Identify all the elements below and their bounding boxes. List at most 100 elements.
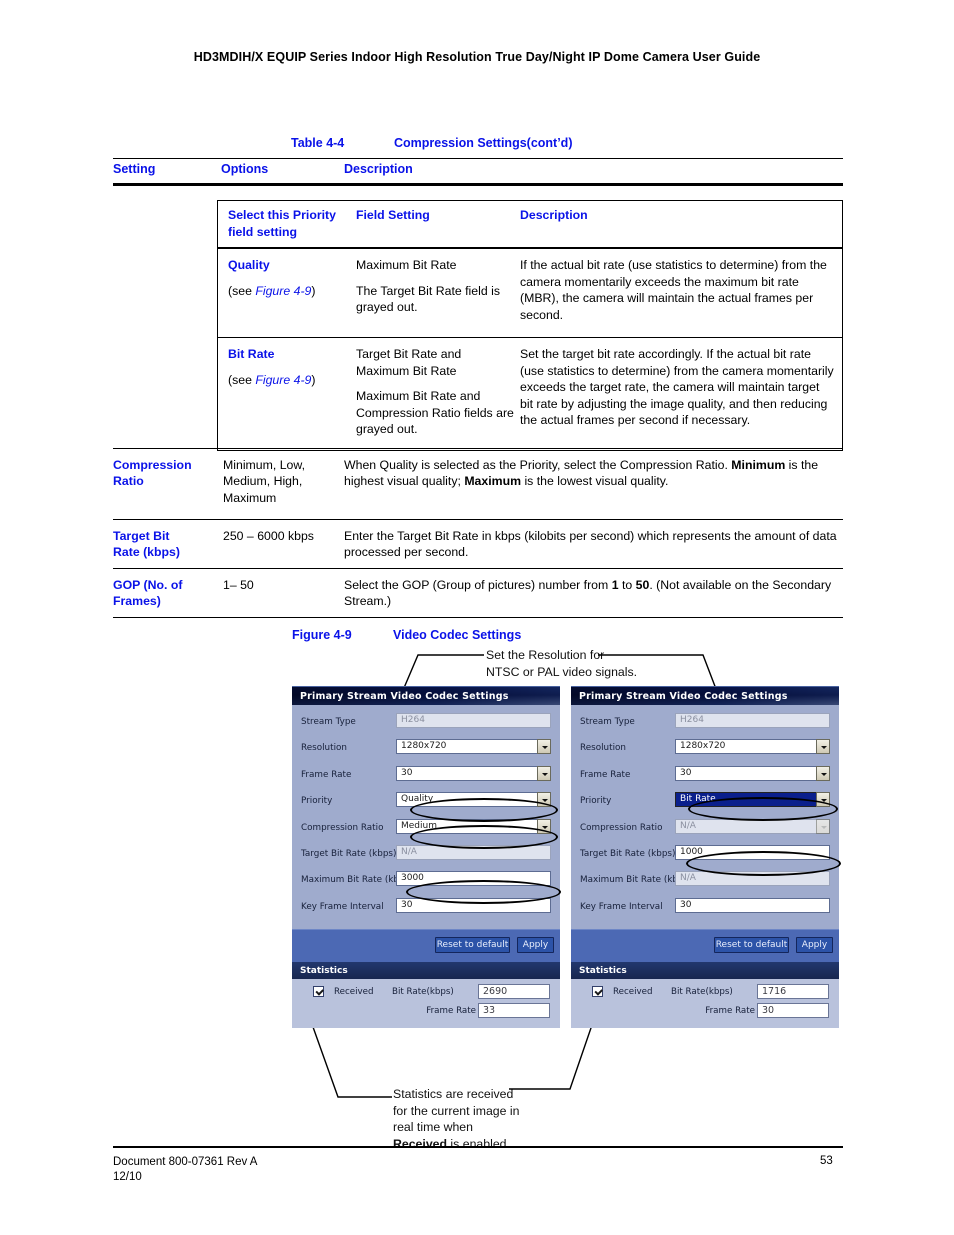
desc-seg2: to (618, 578, 636, 592)
inner-table-header-row: Select this Priority field setting Field… (218, 201, 842, 249)
chevron-down-icon[interactable] (816, 765, 830, 781)
select-priority[interactable]: Quality (396, 792, 551, 808)
field-row-target-bit-rate: Target Bit Rate (kbps) N/A (300, 843, 552, 869)
see-prefix: (see (228, 372, 256, 387)
input-key-frame-interval[interactable]: 30 (396, 897, 551, 913)
row-description-compression-ratio: When Quality is selected as the Priority… (344, 457, 841, 490)
select-compression-ratio[interactable]: Medium (396, 818, 551, 834)
label-resolution: Resolution (580, 743, 626, 754)
select-resolution-value: 1280x720 (680, 741, 726, 752)
row-setting-gop: GOP (No. of Frames) (113, 577, 219, 610)
label-frame-rate-stat: Frame Rate (705, 1006, 755, 1017)
value-frame-rate: 30 (757, 1003, 829, 1019)
label-compression-ratio: Compression Ratio (301, 822, 384, 833)
panel-body-left: Stream Type H264 Resolution 1280x720 Fra… (292, 705, 560, 930)
input-key-frame-interval[interactable]: 30 (675, 897, 830, 913)
field-row-resolution: Resolution 1280x720 (300, 737, 552, 763)
chevron-down-icon[interactable] (816, 792, 830, 808)
inner-column-header-priority: Select this Priority field setting (228, 207, 346, 240)
label-stream-type: Stream Type (301, 717, 356, 727)
field-row-priority: Priority Bit Rate (579, 790, 831, 816)
value-bit-rate: 1716 (757, 984, 829, 1000)
table-row-target-bit-rate: Target Bit Rate (kbps) 250 – 6000 kbps E… (113, 520, 843, 568)
apply-button[interactable]: Apply (517, 937, 554, 954)
select-priority-value: Bit Rate (680, 794, 716, 805)
annotation-statistics: Statistics are received for the current … (393, 1086, 583, 1152)
row-options-gop: 1– 50 (223, 578, 254, 592)
figure-caption-title: Video Codec Settings (393, 628, 522, 642)
setting-line2: Frames) (113, 594, 161, 609)
running-head: HD3MDIH/X EQUIP Series Indoor High Resol… (193, 50, 761, 64)
label-frame-rate: Frame Rate (580, 769, 631, 780)
label-priority: Priority (301, 796, 333, 807)
panel-title-left: Primary Stream Video Codec Settings (292, 686, 560, 705)
input-maximum-bit-rate[interactable]: 3000 (396, 871, 551, 887)
annotation-line3: real time when (393, 1120, 473, 1134)
input-maximum-bit-rate: N/A (675, 871, 830, 887)
table-header-row: Setting Options Description (113, 159, 843, 183)
select-resolution-value: 1280x720 (401, 741, 447, 752)
select-resolution[interactable]: 1280x720 (396, 739, 551, 755)
label-compression-ratio: Compression Ratio (580, 822, 663, 833)
input-target-bit-rate[interactable]: 1000 (675, 844, 830, 860)
field-row-resolution: Resolution 1280x720 (579, 737, 831, 763)
figure-reference-link[interactable]: Figure 4-9 (255, 373, 311, 387)
label-bit-rate: Bit Rate(kbps) (671, 987, 733, 998)
chevron-down-icon[interactable] (816, 739, 830, 755)
select-priority[interactable]: Bit Rate (675, 792, 830, 808)
input-target-bit-rate: N/A (396, 844, 551, 860)
select-resolution[interactable]: 1280x720 (675, 739, 830, 755)
label-resolution: Resolution (301, 743, 347, 754)
desc-seg3: is the lowest visual quality. (521, 474, 669, 489)
reset-to-default-button[interactable]: Reset to default (714, 937, 789, 954)
label-frame-rate-stat: Frame Rate (426, 1006, 476, 1017)
document-page: HD3MDIH/X EQUIP Series Indoor High Resol… (0, 0, 954, 1235)
label-bit-rate: Bit Rate(kbps) (392, 987, 454, 998)
button-bar-left: Reset to default Apply (292, 929, 560, 963)
compression-settings-table: Setting Options Description (113, 158, 843, 186)
statistics-header-left: Statistics (292, 962, 560, 980)
select-compression-ratio-value: Medium (401, 820, 437, 831)
received-checkbox[interactable] (313, 986, 324, 998)
statistics-body-left: Received Bit Rate(kbps) 2690 Frame Rate … (292, 979, 560, 1029)
inner-row-field-setting-quality: Maximum Bit Rate The Target Bit Rate fie… (356, 257, 514, 316)
select-frame-rate[interactable]: 30 (396, 765, 551, 781)
primary-stream-codec-panel-right: Primary Stream Video Codec Settings Stre… (571, 686, 839, 1029)
figure-reference-link[interactable]: Figure 4-9 (255, 284, 311, 298)
setting-line1: GOP (No. of (113, 578, 183, 592)
annotation-resolution: Set the Resolution for NTSC or PAL video… (486, 647, 716, 680)
field-row-stream-type: Stream Type H264 (300, 711, 552, 737)
panel-title-right: Primary Stream Video Codec Settings (571, 686, 839, 705)
inner-header-line2: field setting (228, 224, 298, 239)
label-target-bit-rate: Target Bit Rate (kbps) (580, 848, 676, 859)
received-checkbox[interactable] (592, 986, 603, 998)
setting-label: Bit Rate (228, 347, 275, 361)
inner-column-header-field-setting: Field Setting (356, 208, 430, 222)
label-key-frame-interval: Key Frame Interval (301, 901, 384, 912)
field-row-stream-type: Stream Type H264 (579, 711, 831, 737)
chevron-down-icon[interactable] (537, 739, 551, 755)
select-frame-rate[interactable]: 30 (675, 765, 830, 781)
field-row-maximum-bit-rate: Maximum Bit Rate (kbps) 3000 (300, 869, 552, 895)
inner-column-header-description: Description (520, 208, 588, 222)
chevron-down-icon[interactable] (537, 818, 551, 834)
reset-to-default-button[interactable]: Reset to default (435, 937, 510, 954)
label-received: Received (613, 987, 653, 998)
priority-field-inner-table: Select this Priority field setting Field… (217, 200, 843, 451)
chevron-down-icon[interactable] (537, 765, 551, 781)
chevron-down-icon[interactable] (537, 792, 551, 808)
inner-row-setting-quality: Quality (see Figure 4-9) (228, 257, 346, 299)
label-frame-rate: Frame Rate (301, 769, 352, 780)
statistics-row-framerate: Frame Rate 30 (579, 1003, 831, 1022)
inner-header-line1: Select this Priority (228, 208, 336, 222)
apply-button[interactable]: Apply (796, 937, 833, 954)
desc-bold-minimum: Minimum (731, 458, 786, 472)
table-row-gop: GOP (No. of Frames) 1– 50 Select the GOP… (113, 569, 843, 617)
statistics-row-bitrate: Received Bit Rate(kbps) 2690 (300, 984, 552, 1003)
value-frame-rate: 33 (478, 1003, 550, 1019)
desc-bold-fifty: 50 (635, 578, 650, 592)
field-row-frame-rate: Frame Rate 30 (579, 764, 831, 790)
field-row-compression-ratio: Compression Ratio N/A (579, 817, 831, 843)
footer-document-id: Document 800-07361 Rev A (113, 1156, 258, 1168)
row-description-gop: Select the GOP (Group of pictures) numbe… (344, 577, 841, 610)
